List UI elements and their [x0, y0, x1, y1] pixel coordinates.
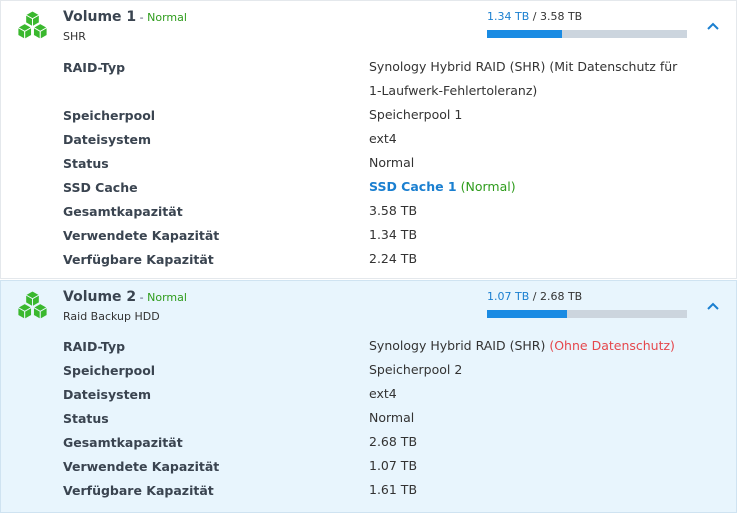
chevron-up-icon[interactable] [705, 19, 721, 33]
detail-label: Gesamtkapazität [63, 204, 183, 219]
detail-label: Speicherpool [63, 108, 156, 123]
raid-type-line1: Synology Hybrid RAID (SHR) (Mit Datensch… [369, 59, 678, 74]
volume-name: Volume 2 [63, 289, 137, 305]
detail-value: Speicherpool 2 [369, 362, 463, 377]
ssd-cache-status: (Normal) [456, 179, 516, 194]
detail-label: Status [63, 411, 109, 426]
detail-value: 1.61 TB [369, 482, 418, 497]
detail-value: 2.24 TB [369, 251, 418, 266]
detail-label: RAID-Typ [63, 60, 126, 75]
detail-label: Speicherpool [63, 363, 156, 378]
capacity-text: 1.34 TB / 3.58 TB [487, 10, 582, 23]
capacity-bar-fill [487, 310, 567, 318]
capacity-used: 1.07 TB [487, 290, 530, 303]
detail-label: Dateisystem [63, 387, 152, 402]
capacity-slash: / [529, 10, 540, 23]
detail-label: Verwendete Kapazität [63, 228, 220, 243]
detail-label: Status [63, 156, 109, 171]
volume-name: Volume 1 [63, 9, 137, 25]
detail-row-fs: Dateisystem ext4 [63, 128, 723, 152]
detail-row-free: Verfügbare Kapazität 2.24 TB [63, 248, 723, 272]
detail-row-raid: RAID-Typ Synology Hybrid RAID (SHR) (Mit… [63, 56, 723, 104]
title-separator: - [136, 291, 148, 304]
raid-warning: (Ohne Datenschutz) [549, 338, 675, 353]
detail-row-pool: Speicherpool Speicherpool 1 [63, 104, 723, 128]
detail-row-total: Gesamtkapazität 2.68 TB [63, 431, 723, 455]
volume-subtitle: Raid Backup HDD [63, 310, 160, 323]
volume-title: Volume 2 - Normal [63, 289, 187, 305]
capacity-slash: / [529, 290, 540, 303]
detail-label: Gesamtkapazität [63, 435, 183, 450]
capacity-text: 1.07 TB / 2.68 TB [487, 290, 582, 303]
raid-type-line2: 1-Laufwerk-Fehlertoleranz) [369, 83, 538, 98]
detail-row-status: Status Normal [63, 152, 723, 176]
detail-row-ssd-cache: SSD Cache SSD Cache 1 (Normal) [63, 176, 723, 200]
detail-row-total: Gesamtkapazität 3.58 TB [63, 200, 723, 224]
detail-value: 2.68 TB [369, 434, 418, 449]
capacity-bar-fill [487, 30, 562, 38]
capacity-used: 1.34 TB [487, 10, 530, 23]
detail-row-pool: Speicherpool Speicherpool 2 [63, 359, 723, 383]
capacity-total: 3.58 TB [539, 10, 583, 23]
detail-row-free: Verfügbare Kapazität 1.61 TB [63, 479, 723, 503]
capacity-total: 2.68 TB [539, 290, 583, 303]
volume-title: Volume 1 - Normal [63, 9, 187, 25]
capacity-bar [487, 310, 687, 318]
volume-1-panel[interactable]: Volume 1 - Normal SHR 1.34 TB / 3.58 TB … [0, 0, 737, 279]
detail-row-fs: Dateisystem ext4 [63, 383, 723, 407]
volume-status: Normal [147, 11, 187, 24]
detail-label: SSD Cache [63, 180, 138, 195]
detail-label: Verfügbare Kapazität [63, 483, 214, 498]
volume-cubes-icon [16, 10, 49, 41]
ssd-cache-link[interactable]: SSD Cache 1 [369, 179, 457, 194]
detail-value: Speicherpool 1 [369, 107, 463, 122]
detail-row-used: Verwendete Kapazität 1.34 TB [63, 224, 723, 248]
raid-type-value: Synology Hybrid RAID (SHR) [369, 338, 550, 353]
volume-2-panel[interactable]: Volume 2 - Normal Raid Backup HDD 1.07 T… [0, 280, 737, 513]
detail-row-used: Verwendete Kapazität 1.07 TB [63, 455, 723, 479]
title-separator: - [136, 11, 148, 24]
detail-value: 1.34 TB [369, 227, 418, 242]
detail-value: SSD Cache 1 (Normal) [369, 175, 516, 199]
detail-label: RAID-Typ [63, 339, 126, 354]
detail-value: ext4 [369, 386, 397, 401]
detail-row-status: Status Normal [63, 407, 723, 431]
detail-value: Normal [369, 155, 415, 170]
detail-value: Synology Hybrid RAID (SHR) (Mit Datensch… [369, 55, 677, 103]
volume-cubes-icon [16, 290, 49, 321]
detail-value: ext4 [369, 131, 397, 146]
detail-value: Normal [369, 410, 415, 425]
capacity-bar [487, 30, 687, 38]
volume-status: Normal [147, 291, 187, 304]
chevron-up-icon[interactable] [705, 299, 721, 313]
detail-row-raid: RAID-Typ Synology Hybrid RAID (SHR) (Ohn… [63, 335, 723, 359]
detail-label: Verwendete Kapazität [63, 459, 220, 474]
volume-subtitle: SHR [63, 30, 86, 43]
detail-value: Synology Hybrid RAID (SHR) (Ohne Datensc… [369, 334, 675, 358]
detail-label: Verfügbare Kapazität [63, 252, 214, 267]
detail-value: 3.58 TB [369, 203, 418, 218]
detail-value: 1.07 TB [369, 458, 418, 473]
detail-label: Dateisystem [63, 132, 152, 147]
